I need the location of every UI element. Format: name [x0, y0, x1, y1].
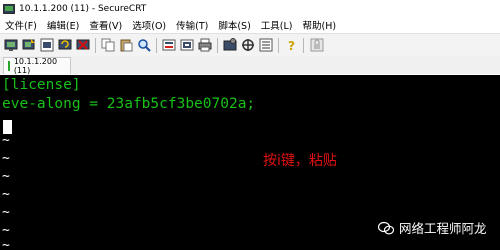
paste-icon[interactable] [119, 38, 133, 52]
session-status-indicator [8, 61, 10, 71]
menu-edit[interactable]: 编辑(E) [47, 18, 79, 32]
sftp-icon[interactable] [241, 38, 255, 52]
menu-file[interactable]: 文件(F) [5, 18, 37, 32]
toolbar-separator [95, 38, 96, 53]
find-icon[interactable] [137, 38, 151, 52]
print-icon[interactable] [198, 38, 212, 52]
watermark: 网络工程师阿龙 [378, 218, 487, 237]
toolbar-separator [278, 38, 279, 53]
menu-script[interactable]: 脚本(S) [218, 18, 250, 32]
menu-help[interactable]: 帮助(H) [303, 18, 337, 32]
menu-transfer[interactable]: 传输(T) [176, 18, 208, 32]
vi-empty-line-marker: ~ [2, 133, 10, 148]
reconnect-icon[interactable] [58, 38, 72, 52]
toolbar-separator [156, 38, 157, 53]
terminal-cursor [3, 120, 12, 134]
vi-empty-line-marker: ~ [2, 223, 10, 238]
vi-empty-line-marker: ~ [2, 169, 10, 184]
global-options-icon[interactable] [180, 38, 194, 52]
vi-empty-line-marker: ~ [2, 205, 10, 220]
watermark-text: 网络工程师阿龙 [399, 221, 487, 236]
menu-bar: 文件(F) 编辑(E) 查看(V) 选项(O) 传输(T) 脚本(S) 工具(L… [0, 17, 500, 32]
disconnect-icon[interactable] [76, 38, 90, 52]
menu-tools[interactable]: 工具(L) [261, 18, 293, 32]
svg-text:?: ? [288, 39, 295, 52]
window-title: 10.1.1.200 (11) - SecureCRT [19, 3, 147, 14]
vi-empty-line-marker: ~ [2, 238, 10, 250]
connect-in-tab-icon[interactable] [40, 38, 54, 52]
toolbar-separator [303, 38, 304, 53]
vi-empty-line-marker: ~ [2, 151, 10, 166]
toolbar: ? [0, 33, 500, 57]
connect-icon[interactable] [4, 38, 18, 52]
copy-icon[interactable] [101, 38, 115, 52]
properties-icon[interactable] [223, 38, 237, 52]
tab-session[interactable]: 10.1.1.200 (11) [3, 57, 71, 75]
wechat-icon [378, 221, 394, 234]
session-tab-bar: 10.1.1.200 (11) [0, 56, 500, 75]
vi-empty-line-marker: ~ [2, 187, 10, 202]
toolbar-separator [217, 38, 218, 53]
terminal-line: eve-along = 23afb5cf3be0702a; [2, 96, 256, 112]
title-bar: 10.1.1.200 (11) - SecureCRT [0, 0, 500, 17]
session-options-icon[interactable] [162, 38, 176, 52]
quick-connect-icon[interactable] [22, 38, 36, 52]
tab-label: 10.1.1.200 (11) [13, 57, 58, 75]
keymap-icon[interactable] [259, 38, 273, 52]
lock-icon[interactable] [310, 38, 324, 52]
terminal-line: [license] [2, 77, 81, 93]
menu-options[interactable]: 选项(O) [132, 18, 166, 32]
help-icon[interactable]: ? [285, 38, 299, 52]
instruction-annotation: 按i键，粘贴 [263, 153, 337, 169]
menu-view[interactable]: 查看(V) [89, 18, 122, 32]
securecrt-app-icon [3, 3, 15, 14]
